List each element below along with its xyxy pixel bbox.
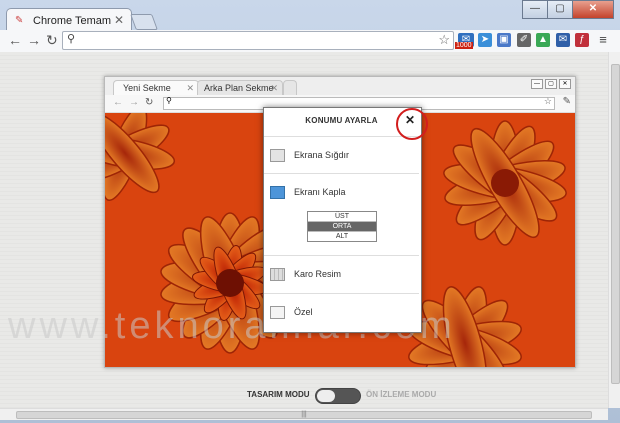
option-label: Karo Resim [294, 269, 342, 279]
preview-wrench-icon: ✎ [562, 96, 571, 107]
extension-dropper-icon[interactable]: ✐ [517, 33, 531, 47]
position-middle-option[interactable]: ORTA [308, 222, 376, 232]
position-top-option[interactable]: ÜST [308, 212, 376, 222]
preview-tab-label: Arka Plan Sekme [204, 83, 274, 93]
tab-title: Chrome Temam [33, 15, 112, 27]
mode-toggle[interactable] [315, 388, 361, 404]
extension-mail2-icon[interactable]: ✉ [556, 33, 570, 47]
back-icon[interactable]: ← [8, 32, 22, 48]
tile-image-icon [270, 268, 285, 281]
close-highlight-ring [396, 108, 428, 140]
preview-tabbar: Yeni Sekme ✕ Arka Plan Sekme ✕ — ▢ ✕ [105, 77, 575, 96]
position-list: ÜST ORTA ALT [307, 211, 377, 242]
preview-tab-background[interactable]: Arka Plan Sekme ✕ [197, 80, 283, 96]
search-icon: ⚲ [67, 33, 76, 45]
preview-search-icon: ⚲ [166, 96, 172, 105]
forward-icon[interactable]: → [27, 32, 41, 48]
divider [264, 173, 419, 174]
option-label: Ekranı Kapla [294, 187, 346, 197]
preview-star-icon: ☆ [543, 96, 552, 106]
bookmark-star-icon[interactable]: ☆ [438, 32, 450, 48]
preview-tab-new[interactable]: Yeni Sekme ✕ [113, 80, 199, 96]
preview-window-controls: — ▢ ✕ [529, 79, 571, 89]
position-dialog: KONUMU AYARLA ✕ Ekrana Sığdır Ekranı Kap… [263, 107, 422, 333]
close-window-button[interactable]: ✕ [572, 0, 614, 19]
preview-tab-close-icon: ✕ [270, 83, 278, 93]
horizontal-scrollbar[interactable]: ||| [0, 408, 608, 420]
maximize-button[interactable]: ▢ [547, 0, 573, 19]
reload-icon[interactable]: ↻ [46, 32, 58, 49]
option-label: Özel [294, 307, 313, 317]
option-label: Ekrana Sığdır [294, 150, 350, 160]
custom-icon [270, 306, 285, 319]
preview-new-tab-button [283, 80, 297, 96]
toggle-knob [317, 390, 335, 402]
minimize-button[interactable]: — [522, 0, 548, 19]
vertical-scrollbar[interactable] [608, 52, 620, 408]
preview-back-icon: ← [113, 97, 123, 108]
preview-reload-icon: ↻ [145, 97, 154, 108]
extension-badge: 1000 [455, 42, 473, 49]
fit-screen-icon [270, 149, 285, 162]
address-bar[interactable]: ⚲ ☆ [62, 31, 454, 50]
tab-favicon-icon: ✎ [15, 15, 24, 26]
preview-forward-icon: → [129, 97, 139, 108]
position-bottom-option[interactable]: ALT [308, 232, 376, 241]
divider [264, 136, 419, 137]
extension-bird-icon[interactable]: ➤ [478, 33, 492, 47]
preview-tab-label: Yeni Sekme [123, 83, 171, 93]
extension-pdf-icon[interactable]: ƒ [575, 33, 589, 47]
preview-tab-close-icon: ✕ [186, 83, 194, 93]
preview-mode-label: ÖN İZLEME MODU [366, 390, 437, 399]
menu-icon[interactable]: ≡ [596, 33, 610, 47]
tab-close-icon[interactable]: ✕ [114, 13, 124, 27]
divider [264, 293, 419, 294]
extension-drive-icon[interactable]: ▲ [536, 33, 550, 47]
divider [264, 255, 419, 256]
cover-screen-icon [270, 186, 285, 199]
design-mode-label: TASARIM MODU [247, 390, 310, 399]
extension-chat-icon[interactable]: ▣ [497, 33, 511, 47]
window-controls: — ▢ ✕ [522, 0, 614, 19]
